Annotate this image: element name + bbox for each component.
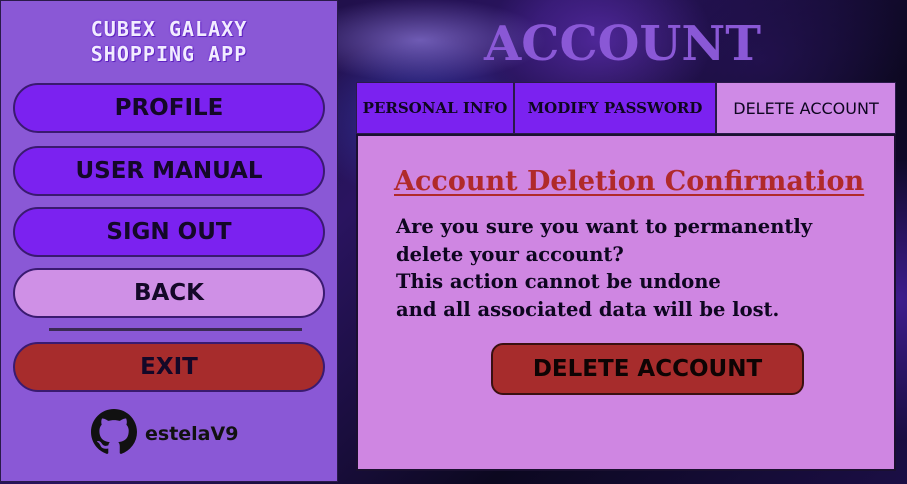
message-line: and all associated data will be lost. (396, 297, 780, 321)
account-tabs: PERSONAL INFO MODIFY PASSWORD DELETE ACC… (356, 82, 896, 134)
github-icon (91, 409, 137, 459)
user-manual-button[interactable]: USER MANUAL (13, 146, 325, 196)
delete-account-panel: Account Deletion Confirmation Are you su… (356, 134, 896, 471)
app-title: CUBEX GALAXY SHOPPING APP (1, 17, 337, 67)
app-title-line1: CUBEX GALAXY (90, 17, 248, 41)
message-line: This action cannot be undone (396, 270, 721, 293)
back-button[interactable]: BACK (13, 268, 325, 318)
delete-account-button[interactable]: DELETE ACCOUNT (491, 343, 804, 395)
tab-delete-account[interactable]: DELETE ACCOUNT (716, 82, 896, 134)
github-username: estelaV9 (145, 423, 239, 445)
message-line: Are you sure you want to permanently (396, 215, 813, 238)
profile-button[interactable]: PROFILE (13, 83, 325, 133)
exit-button[interactable]: EXIT (13, 342, 325, 392)
confirmation-message: Are you sure you want to permanently del… (396, 213, 812, 323)
tab-personal-info[interactable]: PERSONAL INFO (356, 82, 514, 134)
sidebar: CUBEX GALAXY SHOPPING APP PROFILE USER M… (0, 0, 338, 482)
confirmation-heading: Account Deletion Confirmation (394, 166, 865, 197)
sign-out-button[interactable]: SIGN OUT (13, 207, 325, 257)
message-line: delete your account? (396, 242, 624, 266)
page-title: ACCOUNT (484, 16, 761, 72)
github-link[interactable]: estelaV9 (91, 409, 239, 459)
app-title-line2: SHOPPING APP (90, 42, 248, 66)
sidebar-divider (49, 328, 302, 331)
tab-modify-password[interactable]: MODIFY PASSWORD (514, 82, 716, 134)
